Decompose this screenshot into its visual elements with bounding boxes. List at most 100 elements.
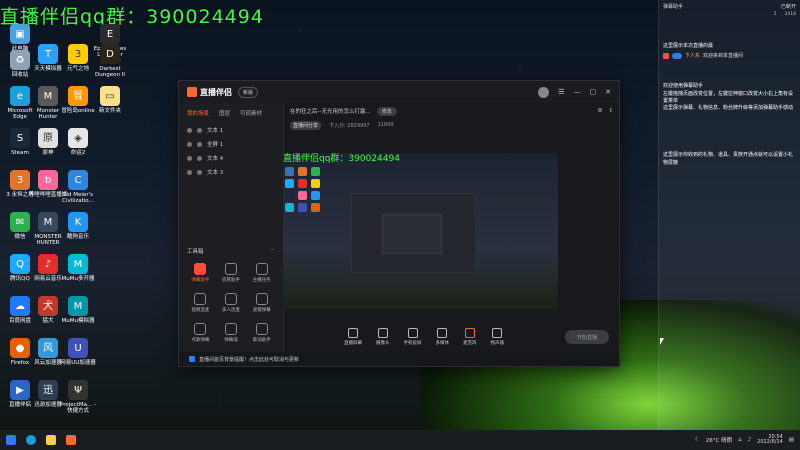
share-room-badge[interactable]: 直播间分享 [290,120,322,130]
media-icon [437,328,448,338]
volume-icon[interactable]: ♪ [748,437,752,443]
clock[interactable]: 20:54 2022/6/14 [757,434,783,446]
share-icon[interactable]: ⇪ [608,108,613,114]
tool-danmaku-wall[interactable]: 弹幕墙 [216,323,247,343]
chat-message: 左键拖拽页面改变位置，左键拉伸窗口改变大小右上角有设置菜单 [663,90,794,104]
edge-icon: e [10,86,30,106]
tool-lyrics[interactable]: 歌词助手 [246,323,277,343]
live-assistant-taskbar-icon[interactable] [66,435,76,445]
room-title: 在的狂之后--无光用的怎么打赢... [290,109,371,115]
game-icon: 原 [38,128,58,148]
steam-icon: S [10,128,30,148]
game-icon: M [38,212,58,232]
lock-icon[interactable] [197,155,202,161]
desktop-icon-civilization[interactable]: C Sid Meier's Civilizatio... [58,170,98,204]
camera-button[interactable]: 摄像头 [376,328,390,346]
weather-icon[interactable]: ☾ [695,437,700,443]
phone-cast-button[interactable]: 手机投屏 [404,328,422,346]
tab-layers[interactable]: 图层 [219,109,230,117]
speaker-button[interactable]: 扬声器 [491,328,504,346]
tool-multi-link[interactable]: 多人连麦 [216,293,247,313]
menu-icon[interactable]: ☰ [558,88,564,96]
go-live-button[interactable]: 开始直播 [565,330,609,344]
file-explorer-icon[interactable] [46,435,56,445]
media-button[interactable]: 多媒体 [436,328,449,346]
computer-icon: ▣ [10,24,30,44]
edge-icon[interactable] [26,435,36,445]
camera-icon [377,328,388,338]
tool-filter[interactable]: 滤镜弹幕 [246,293,277,313]
game-icon: 犬 [38,296,58,316]
viewer-count: 下入分: 2829997 [329,122,370,129]
lock-icon[interactable] [197,141,202,147]
desktop-icon-darkest-dungeon[interactable]: D Darkest Dungeon II [90,44,130,78]
connection-status: 已断开 [780,3,796,10]
layer-item[interactable]: 文本 3 [179,165,283,179]
weather-text[interactable]: 26°C 晴朗 [706,436,732,444]
tab-materials[interactable]: 可调素材 [240,109,262,117]
filter-icon [255,293,268,305]
chat-user-row: 下人东 欢迎来到本直播间 [659,50,800,61]
layer-item[interactable]: 全屏 1 [179,137,283,151]
layer-item[interactable]: 文本 1 [179,123,283,137]
online-count: 2 [773,12,777,17]
app-titlebar[interactable]: 直播伴侣 新版 ☰ — ▢ ✕ [179,81,619,103]
tab-my-scene[interactable]: 我的场景 [187,109,209,117]
desktop-icon-mumu-multi[interactable]: M MuMu多开器 [58,254,98,282]
desktop-icon-kugou[interactable]: K 酷狗音乐 [58,212,98,240]
danmaku-panel[interactable]: 弹幕助手 已断开 2 3418 这里展示本次直播的最 下人东 欢迎来到本直播间 欢迎使… [658,0,800,430]
epic-icon: E [100,24,120,44]
preview-desktop-icons [285,167,325,212]
network-icon[interactable]: ⌂ [738,437,742,443]
close-icon[interactable]: ✕ [605,88,611,96]
version-badge[interactable]: 新版 [238,86,259,98]
video-icon [194,293,207,305]
start-icon[interactable] [6,435,16,445]
layer-item[interactable]: 文本 4 [179,151,283,165]
emulator-icon: M [68,254,88,274]
tool-room-manager[interactable]: 房管助手 [216,263,247,283]
desktop-icon-uu[interactable]: U 网易UU加速器 [58,338,98,366]
accelerator-icon: 风 [38,338,58,358]
lock-icon[interactable] [197,169,202,175]
chat-username[interactable]: 下人东 [685,52,700,59]
stream-preview[interactable]: 直播伴侣qq群：390024494 [283,153,558,309]
live-assistant-window[interactable]: 直播伴侣 新版 ☰ — ▢ ✕ 我的场景 图层 可调素材 文本 1 全屏 1 文… [178,80,620,367]
popularity-count: 3418 [784,12,796,17]
notice-bar[interactable]: 直播间首页背景提醒！点击此处可取消与更新 [179,352,619,366]
music-icon: ♪ [38,254,58,274]
tool-song-request[interactable]: 点歌弹幕 [185,323,216,343]
settings-icon[interactable]: ⚙ [597,108,602,114]
screen-capture-button[interactable]: 直播屏幕 [344,328,362,346]
live-icon: ▶ [10,380,30,400]
notification-icon[interactable]: ▤ [789,437,794,443]
tool-danmaku-assistant[interactable]: 弹幕助手 [185,263,216,283]
desktop-icon-project[interactable]: Ψ ProjectMa... - 快捷方式 [58,380,98,414]
tool-anchor-task[interactable]: 主播任务 [246,263,277,283]
eye-icon[interactable] [187,141,192,147]
eye-icon[interactable] [187,155,192,161]
eye-icon[interactable] [187,127,192,133]
live-logo-icon [187,87,197,97]
level-badge-icon [663,52,669,59]
taskbar: ☾ 26°C 晴朗 ⌂ ♪ 20:54 2022/6/14 ▤ [0,430,800,450]
emulator-icon: M [68,296,88,316]
desktop-icons: ▣ 此电脑 ♻ 回收站 e Microsoft Edge S Steam 33 永恒之塔… [0,0,140,430]
desktop-icon-folder[interactable]: ▭ 新文件夹 [90,86,130,114]
desktop-icon-mumu[interactable]: M MuMu模拟器 [58,296,98,324]
microphone-button[interactable]: 麦克风 [463,328,477,346]
minimize-icon[interactable]: — [574,88,581,96]
edit-title-button[interactable]: 修改 [376,106,397,116]
nested-preview-window [351,193,476,273]
avatar[interactable] [538,86,550,98]
more-icon[interactable]: ⋯ [270,247,276,255]
lock-icon[interactable] [197,127,202,133]
accelerator-icon: 迅 [38,380,58,400]
tool-video-link[interactable]: 视频连麦 [185,293,216,313]
game-icon: M [38,86,58,106]
music-icon: K [68,212,88,232]
maximize-icon[interactable]: ▢ [590,88,597,96]
chat-message: 这里展示本次直播的最 [663,43,714,49]
desktop-icon-destiny2[interactable]: ◈ 命运2 [58,128,98,156]
eye-icon[interactable] [187,169,192,175]
